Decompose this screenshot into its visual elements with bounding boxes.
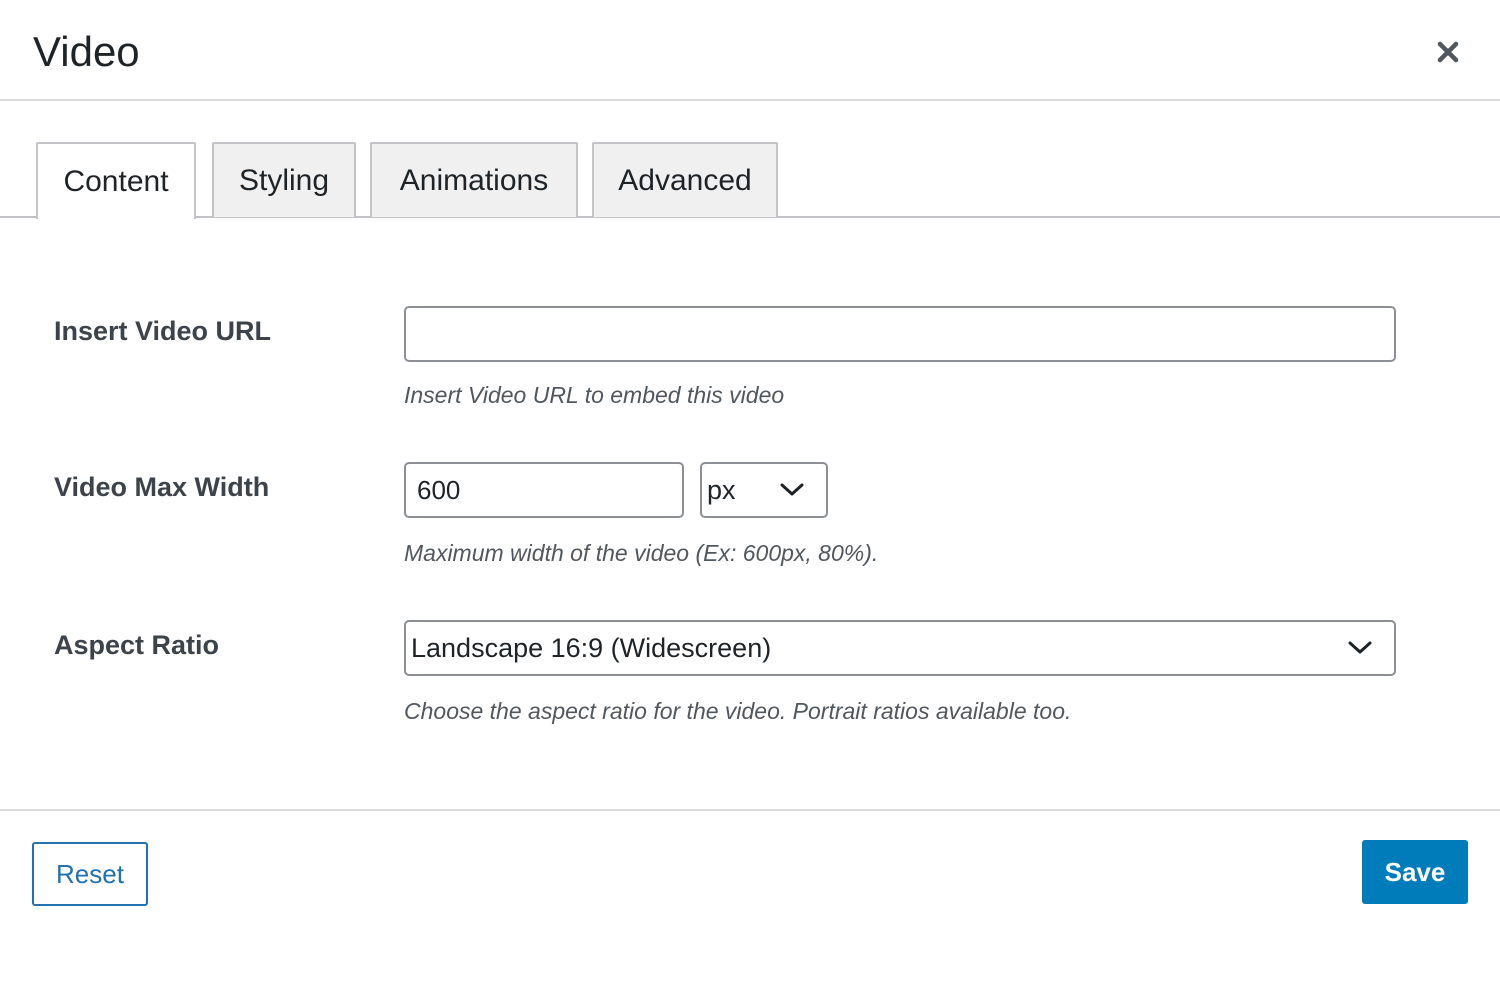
aspect-ratio-hint: Choose the aspect ratio for the video. P…: [404, 698, 1072, 724]
video-url-label: Insert Video URL: [54, 316, 272, 346]
chevron-down-icon: [1348, 641, 1372, 654]
tab-label: Advanced: [618, 163, 752, 197]
reset-button[interactable]: Reset: [32, 842, 148, 906]
tab-bar: Content Styling Animations Advanced: [0, 142, 1500, 219]
unit-select[interactable]: px: [700, 462, 828, 518]
video-settings-dialog: Video Content Styling Animations Advance…: [0, 0, 1500, 1000]
aspect-ratio-select-value: Landscape 16:9 (Widescreen): [411, 632, 772, 663]
max-width-input[interactable]: [404, 462, 684, 518]
tab-advanced[interactable]: Advanced: [592, 142, 778, 217]
max-width-label: Video Max Width: [54, 472, 270, 502]
dialog-header: Video: [0, 0, 1500, 101]
video-url-input[interactable]: [404, 306, 1396, 362]
unit-select-value: px: [707, 474, 736, 505]
tab-label: Styling: [238, 163, 330, 197]
max-width-hint: Maximum width of the video (Ex: 600px, 8…: [404, 540, 879, 566]
footer-divider: [0, 809, 1500, 811]
save-button[interactable]: Save: [1362, 840, 1468, 904]
aspect-ratio-label: Aspect Ratio: [54, 630, 220, 660]
tab-animations[interactable]: Animations: [370, 142, 578, 217]
tab-label: Animations: [399, 163, 549, 197]
chevron-down-icon: [780, 483, 804, 496]
tab-styling[interactable]: Styling: [212, 142, 356, 217]
video-url-hint: Insert Video URL to embed this video: [404, 382, 785, 408]
dialog-title: Video: [33, 28, 140, 75]
tab-label: Content: [63, 164, 169, 198]
tab-content[interactable]: Content: [36, 142, 196, 219]
close-icon: [1437, 41, 1459, 63]
aspect-ratio-select[interactable]: Landscape 16:9 (Widescreen): [404, 620, 1396, 676]
close-button[interactable]: [1428, 32, 1468, 72]
